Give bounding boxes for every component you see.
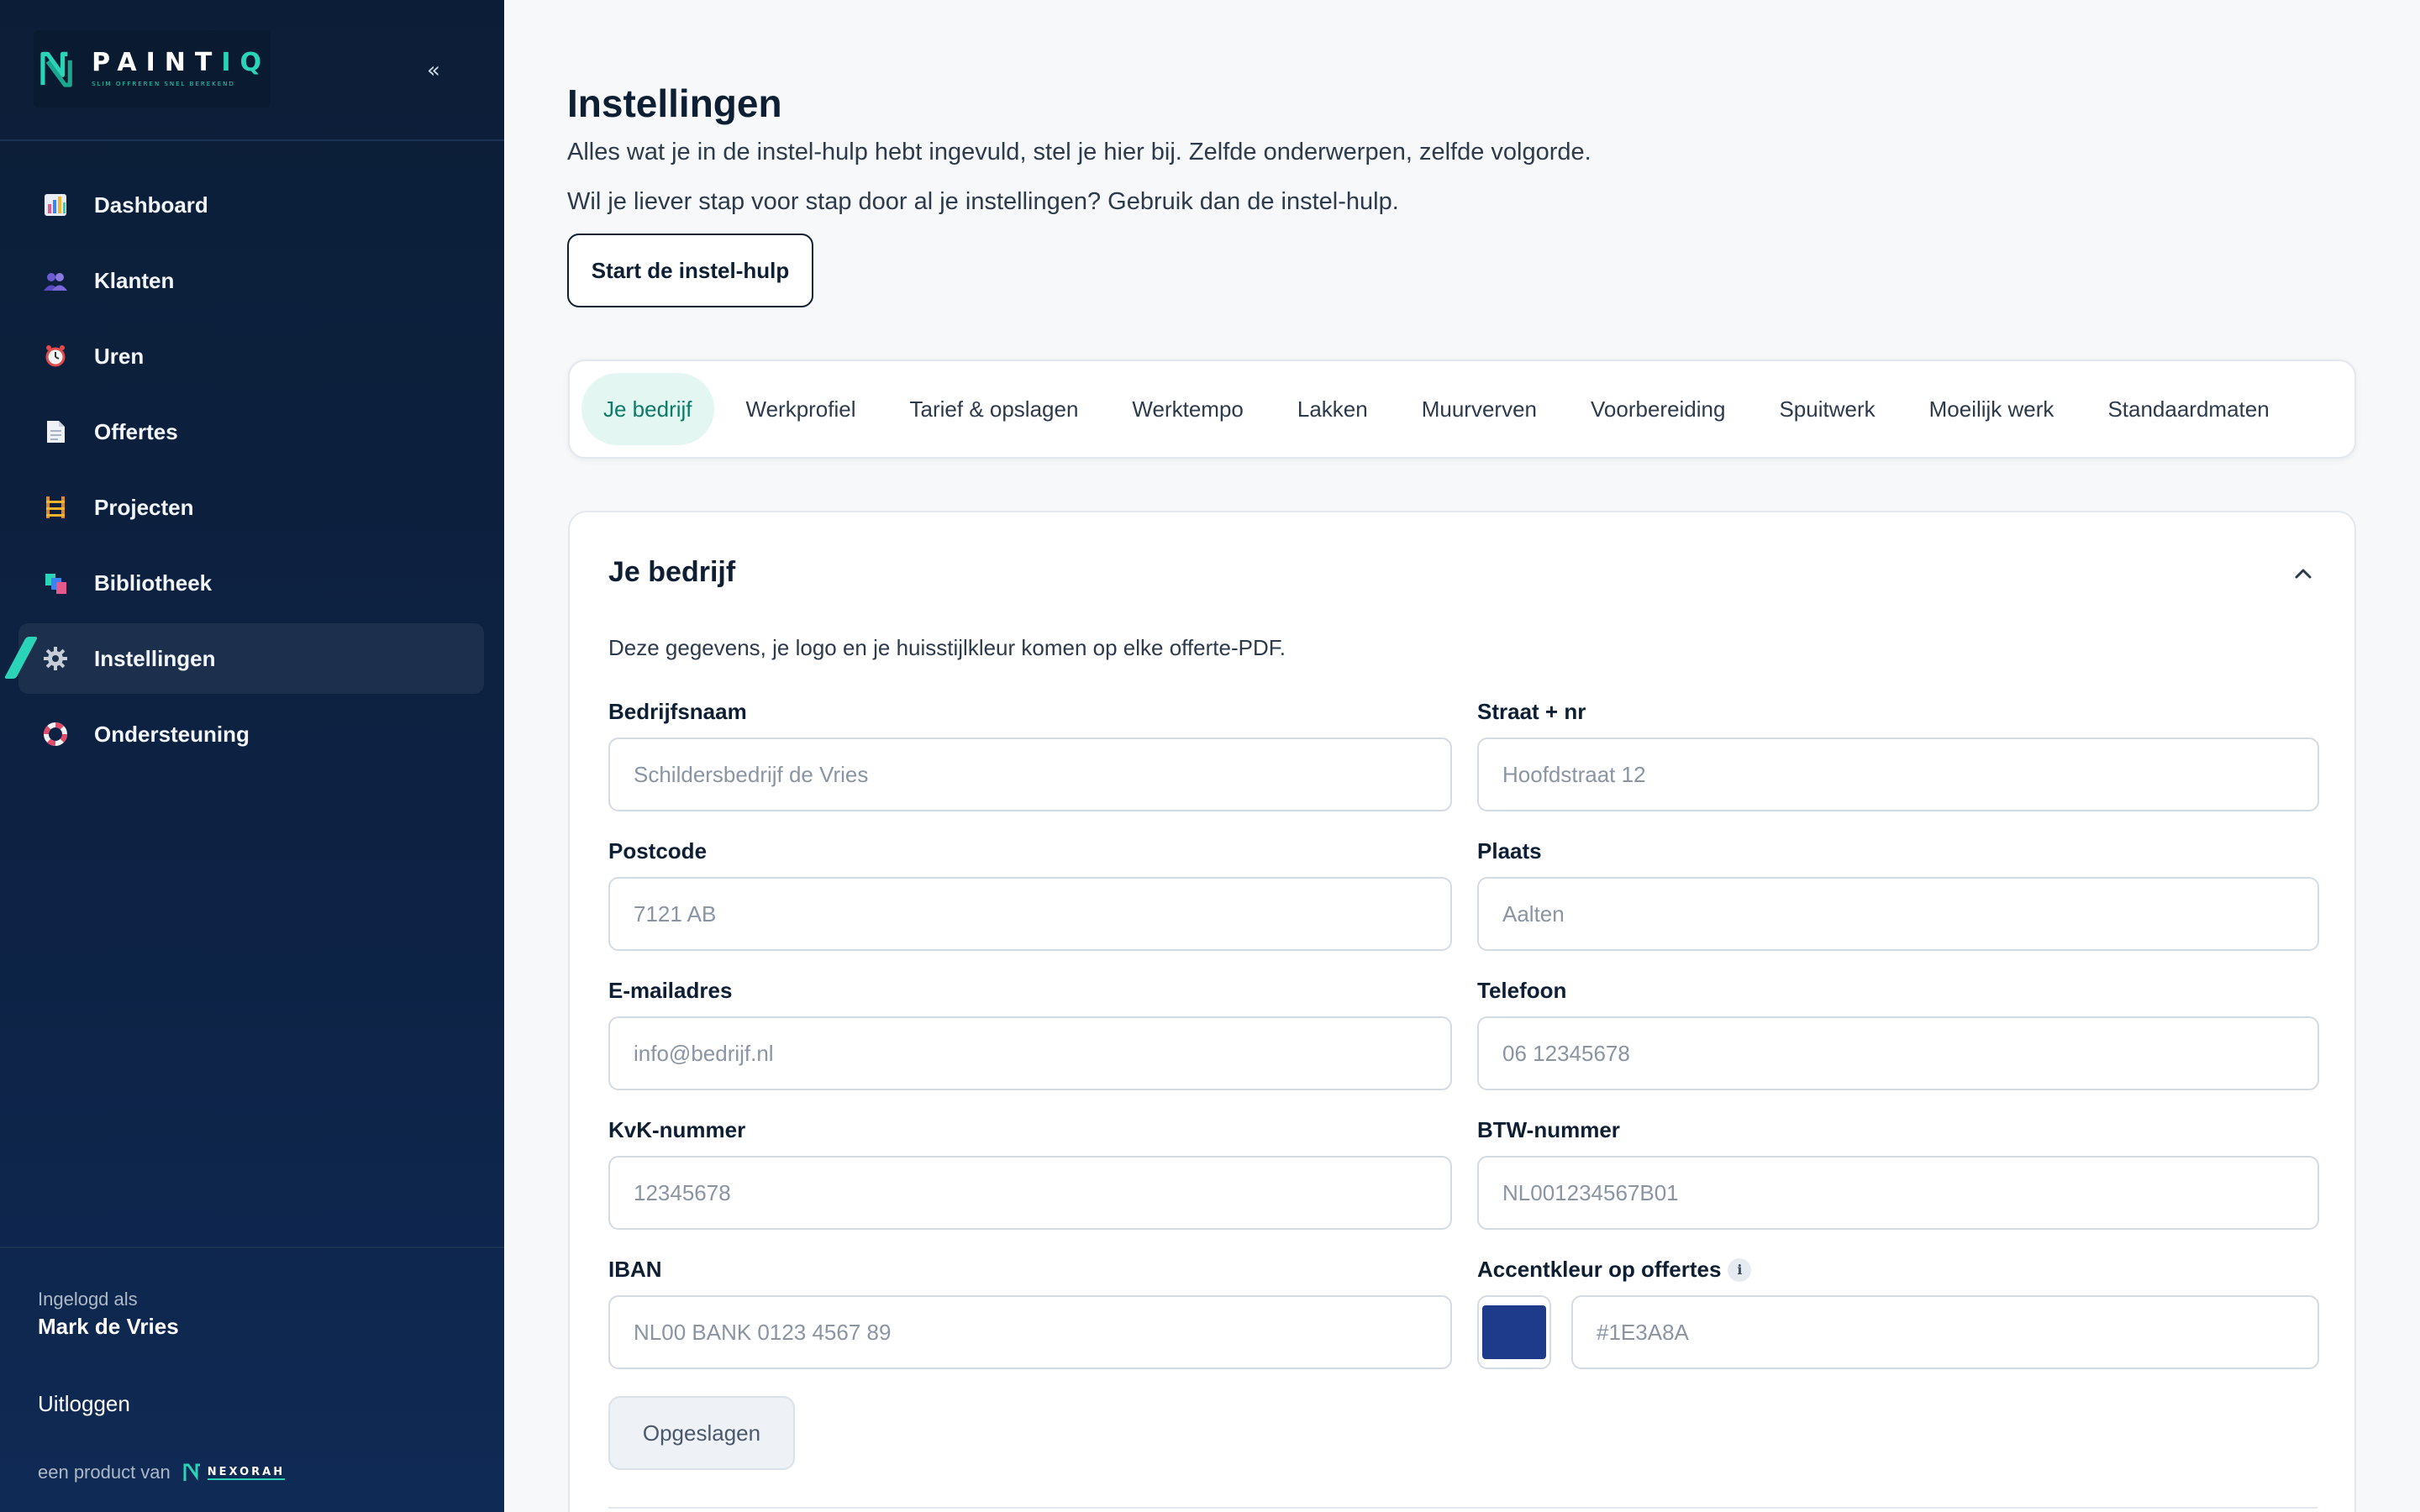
sidebar-nav: Dashboard Klanten Uren Offertes Projecte…: [3, 170, 484, 774]
sidebar-item-label: Offertes: [94, 418, 178, 444]
page-subtitle: Alles wat je in de instel-hulp hebt inge…: [567, 139, 1591, 165]
sidebar-item-label: Klanten: [94, 267, 175, 293]
section-title: Je bedrijf: [608, 556, 736, 588]
company-name[interactable]: NEXORAH: [207, 1466, 286, 1480]
sidebar-item-label: Ondersteuning: [94, 721, 250, 747]
sidebar-item-label: Dashboard: [94, 192, 208, 218]
document-icon: [42, 418, 69, 445]
n-logo-icon: [40, 51, 72, 87]
tab-lakken[interactable]: Lakken: [1276, 373, 1390, 445]
section-divider: [608, 1507, 2317, 1509]
street-input[interactable]: [1477, 738, 2319, 811]
chart-icon: [42, 192, 69, 218]
tab-standaardmaten[interactable]: Standaardmaten: [2086, 373, 2291, 445]
users-icon: [42, 267, 69, 294]
sidebar-item-ondersteuning[interactable]: Ondersteuning: [18, 699, 484, 769]
nexorah-logo-icon: [183, 1463, 200, 1481]
sidebar-item-projecten[interactable]: Projecten: [18, 472, 484, 543]
sidebar-item-label: Instellingen: [94, 645, 216, 671]
city-label: Plaats: [1477, 838, 1542, 864]
email-field[interactable]: [608, 1016, 1452, 1090]
wizard-hint: Wil je liever stap voor stap door al je …: [567, 188, 1399, 215]
iban-input[interactable]: [608, 1295, 1452, 1369]
product-of: een product van NEXORAH: [38, 1462, 286, 1483]
company-section-card: Je bedrijf Deze gegevens, je logo en je …: [568, 511, 2356, 1512]
tab-spuitwerk[interactable]: Spuitwerk: [1757, 373, 1897, 445]
paintiq-logo[interactable]: PAINTIQ SLIM OFFREREN SNEL BEREKEND: [34, 30, 271, 108]
product-of-label: een product van: [38, 1462, 171, 1483]
main-content: Instellingen Alles wat je in de instel-h…: [504, 0, 2420, 1512]
logo-tagline: SLIM OFFREREN SNEL BEREKEND: [92, 81, 235, 87]
accent-color-label: Accentkleur op offertes i: [1477, 1257, 1752, 1283]
logo-wordmark: PAINTIQ: [92, 48, 271, 77]
company-name-input[interactable]: [608, 738, 1452, 811]
phone-label: Telefoon: [1477, 978, 1567, 1003]
user-name: Mark de Vries: [38, 1314, 179, 1339]
sidebar-item-label: Uren: [94, 343, 145, 369]
tab-tarief-opslagen[interactable]: Tarief & opslagen: [888, 373, 1101, 445]
kvk-input[interactable]: [608, 1156, 1452, 1230]
postcode-input[interactable]: [608, 877, 1452, 951]
kvk-label: KvK-nummer: [608, 1117, 746, 1142]
tab-werkprofiel[interactable]: Werkprofiel: [724, 373, 878, 445]
accent-color-input[interactable]: [1571, 1295, 2319, 1369]
sidebar-item-label: Bibliotheek: [94, 570, 213, 596]
settings-tabs: Je bedrijf Werkprofiel Tarief & opslagen…: [568, 360, 2356, 459]
section-description: Deze gegevens, je logo en je huisstijlkl…: [608, 635, 1286, 660]
btw-input[interactable]: [1477, 1156, 2319, 1230]
tab-je-bedrijf[interactable]: Je bedrijf: [581, 373, 714, 445]
street-label: Straat + nr: [1477, 699, 1586, 724]
collapse-sidebar-button[interactable]: «: [418, 55, 449, 86]
gear-icon: [42, 645, 69, 672]
btw-label: BTW-nummer: [1477, 1117, 1620, 1142]
scaffold-icon: [42, 494, 69, 521]
save-button[interactable]: Opgeslagen: [608, 1396, 795, 1470]
sidebar-item-instellingen[interactable]: Instellingen: [3, 623, 484, 694]
sidebar-divider: [0, 139, 504, 141]
sidebar-item-label: Projecten: [94, 494, 194, 520]
sidebar-divider: [0, 1247, 504, 1248]
accent-color-swatch: [1482, 1305, 1546, 1359]
accent-color-label-text: Accentkleur op offertes: [1477, 1257, 1722, 1282]
logged-in-label: Ingelogd als: [38, 1289, 138, 1310]
chevron-up-icon[interactable]: [2291, 561, 2316, 586]
tab-voorbereiding[interactable]: Voorbereiding: [1569, 373, 1747, 445]
start-wizard-button[interactable]: Start de instel-hulp: [567, 234, 813, 307]
email-label: E-mailadres: [608, 978, 733, 1003]
tab-muurverven[interactable]: Muurverven: [1400, 373, 1559, 445]
sidebar-item-dashboard[interactable]: Dashboard: [18, 170, 484, 240]
sidebar-item-uren[interactable]: Uren: [18, 321, 484, 391]
logout-link[interactable]: Uitloggen: [38, 1391, 130, 1417]
sidebar-item-bibliotheek[interactable]: Bibliotheek: [18, 548, 484, 618]
active-indicator: [3, 637, 39, 679]
sidebar: PAINTIQ SLIM OFFREREN SNEL BEREKEND « Da…: [0, 0, 504, 1512]
postcode-label: Postcode: [608, 838, 708, 864]
info-icon[interactable]: i: [1728, 1257, 1752, 1282]
page-title: Instellingen: [567, 81, 782, 125]
city-input[interactable]: [1477, 877, 2319, 951]
phone-input[interactable]: [1477, 1016, 2319, 1090]
tab-moeilijk-werk[interactable]: Moeilijk werk: [1907, 373, 2076, 445]
sidebar-item-klanten[interactable]: Klanten: [18, 245, 484, 316]
iban-label: IBAN: [608, 1257, 662, 1282]
accent-color-picker[interactable]: [1477, 1295, 1551, 1369]
lifebuoy-icon: [42, 721, 69, 748]
alarm-clock-icon: [42, 343, 69, 370]
tab-werktempo[interactable]: Werktempo: [1110, 373, 1265, 445]
sidebar-item-offertes[interactable]: Offertes: [18, 396, 484, 467]
company-name-label: Bedrijfsnaam: [608, 699, 747, 724]
color-swatches-icon: [42, 570, 69, 596]
